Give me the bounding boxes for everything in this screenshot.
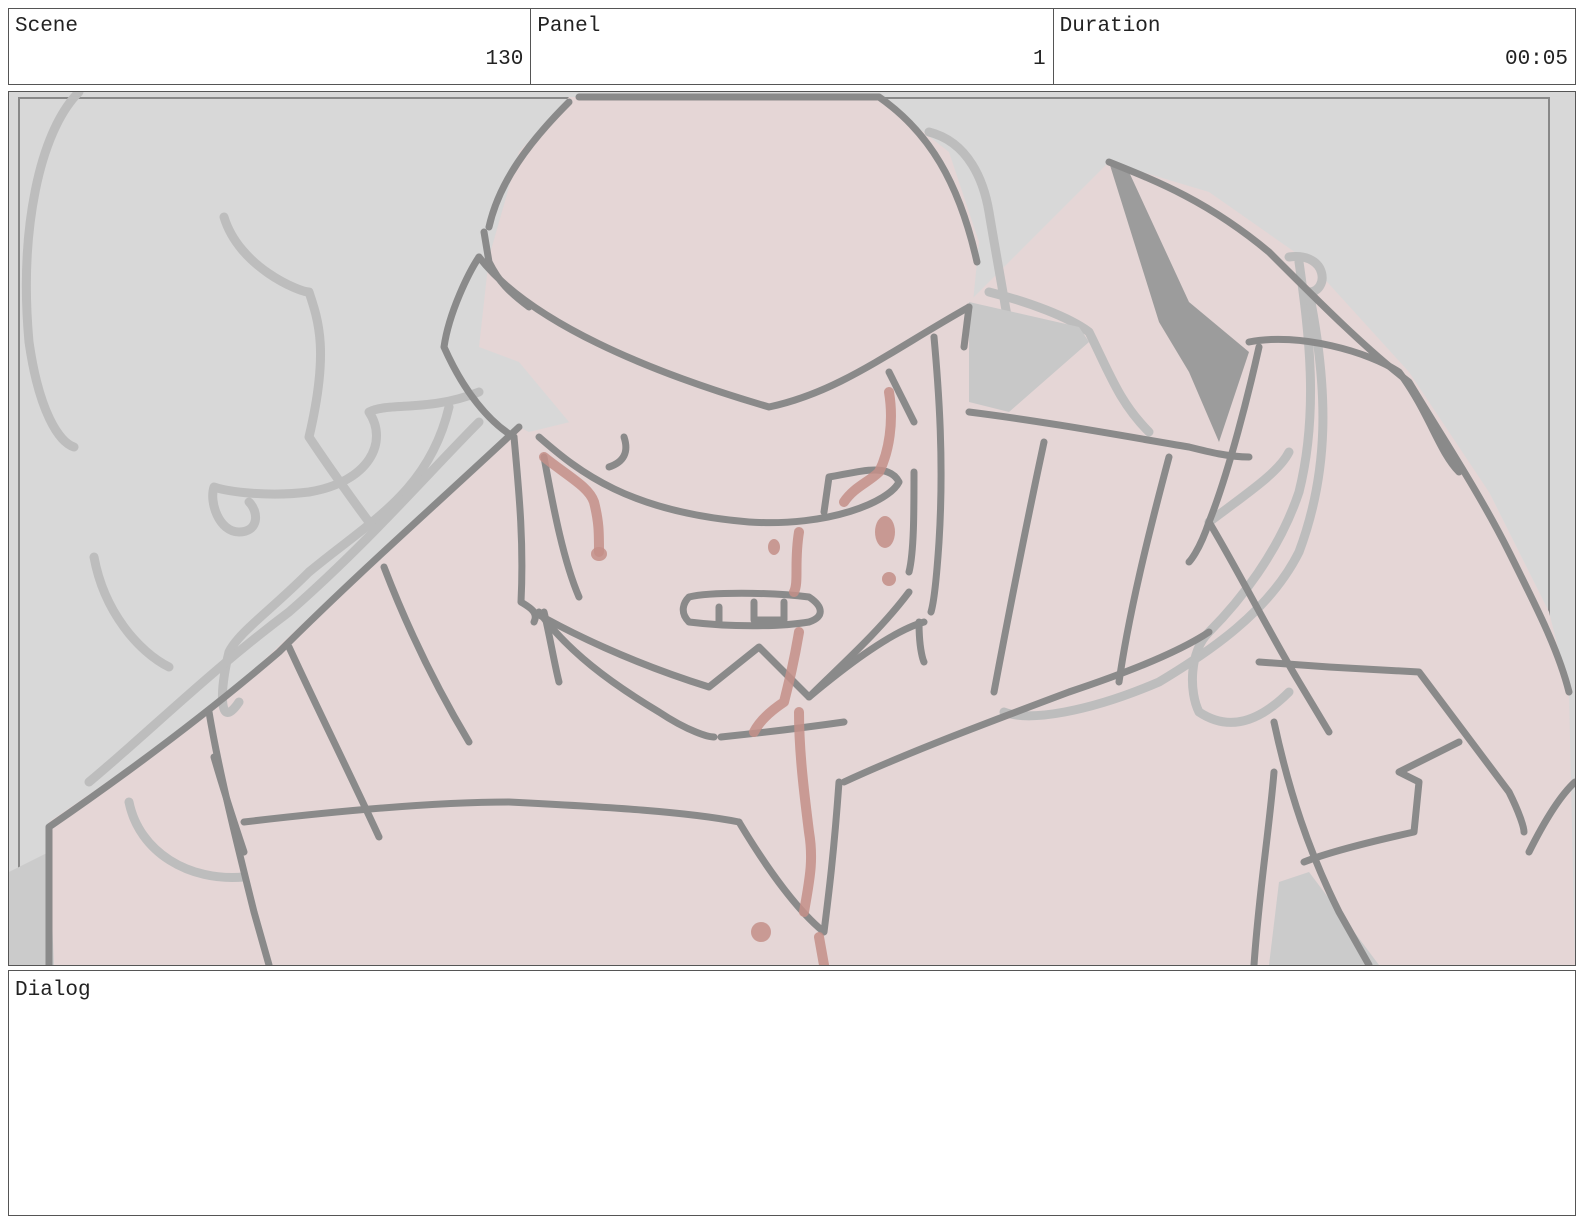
scene-number[interactable]: 130 — [486, 48, 524, 72]
blood-drop-5 — [751, 922, 771, 942]
duration-cell[interactable]: Duration 00:05 — [1054, 9, 1575, 84]
scene-label: Scene — [15, 15, 79, 38]
blood-drop-1 — [591, 547, 607, 561]
duration-label: Duration — [1059, 15, 1161, 38]
panel-number[interactable]: 1 — [1033, 48, 1046, 72]
blood-drop-4 — [768, 539, 780, 555]
scene-cell[interactable]: Scene 130 — [9, 9, 532, 84]
storyboard-panel[interactable] — [8, 91, 1576, 966]
dialog-label: Dialog — [15, 979, 91, 1002]
storyboard-header: Scene 130 Panel 1 Duration 00:05 — [8, 8, 1576, 85]
panel-cell[interactable]: Panel 1 — [531, 9, 1054, 84]
panel-sketch — [9, 92, 1575, 965]
duration-value[interactable]: 00:05 — [1505, 48, 1568, 72]
blood-drop-2 — [875, 516, 895, 548]
panel-label: Panel — [537, 15, 601, 38]
blood-drop-3 — [882, 572, 896, 586]
dialog-box[interactable]: Dialog — [8, 970, 1576, 1216]
